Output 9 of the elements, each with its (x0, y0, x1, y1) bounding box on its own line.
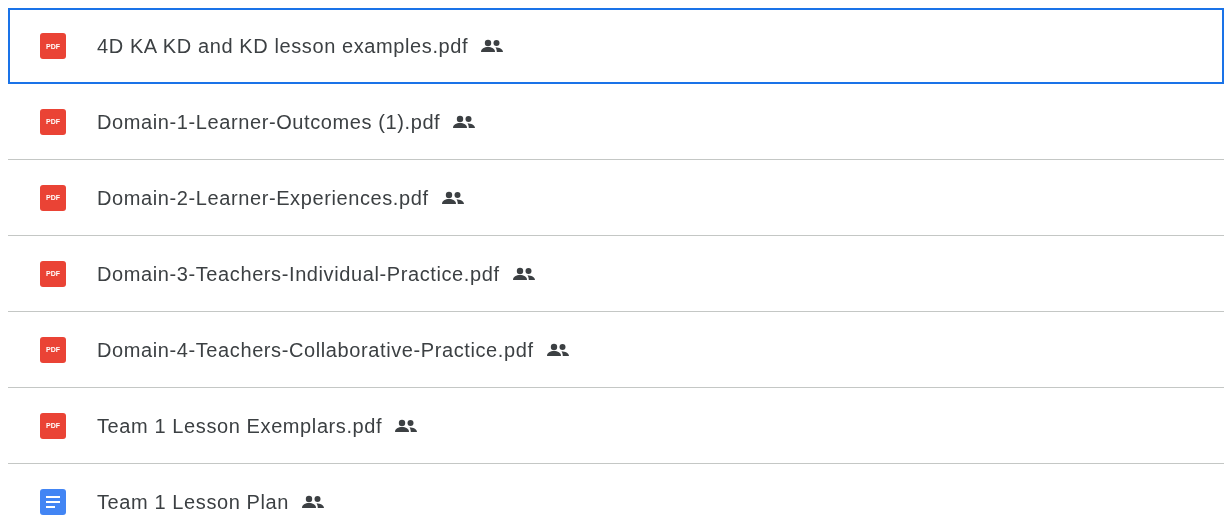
file-name: Domain-1-Learner-Outcomes (1).pdf (97, 109, 441, 135)
file-name: Domain-2-Learner-Experiences.pdf (97, 185, 429, 211)
file-name: Domain-4-Teachers-Collaborative-Practice.pdf (97, 337, 534, 363)
file-name: Domain-3-Teachers-Individual-Practice.pdf (97, 261, 500, 287)
document-icon (40, 488, 66, 515)
file-name: Team 1 Lesson Plan (97, 489, 290, 515)
file-name: Team 1 Lesson Exemplars.pdf (97, 413, 383, 439)
file-name: 4D KA KD and KD lesson examples.pdf (97, 34, 469, 59)
file-row[interactable]: Team 1 Lesson Plan (8, 464, 1224, 531)
